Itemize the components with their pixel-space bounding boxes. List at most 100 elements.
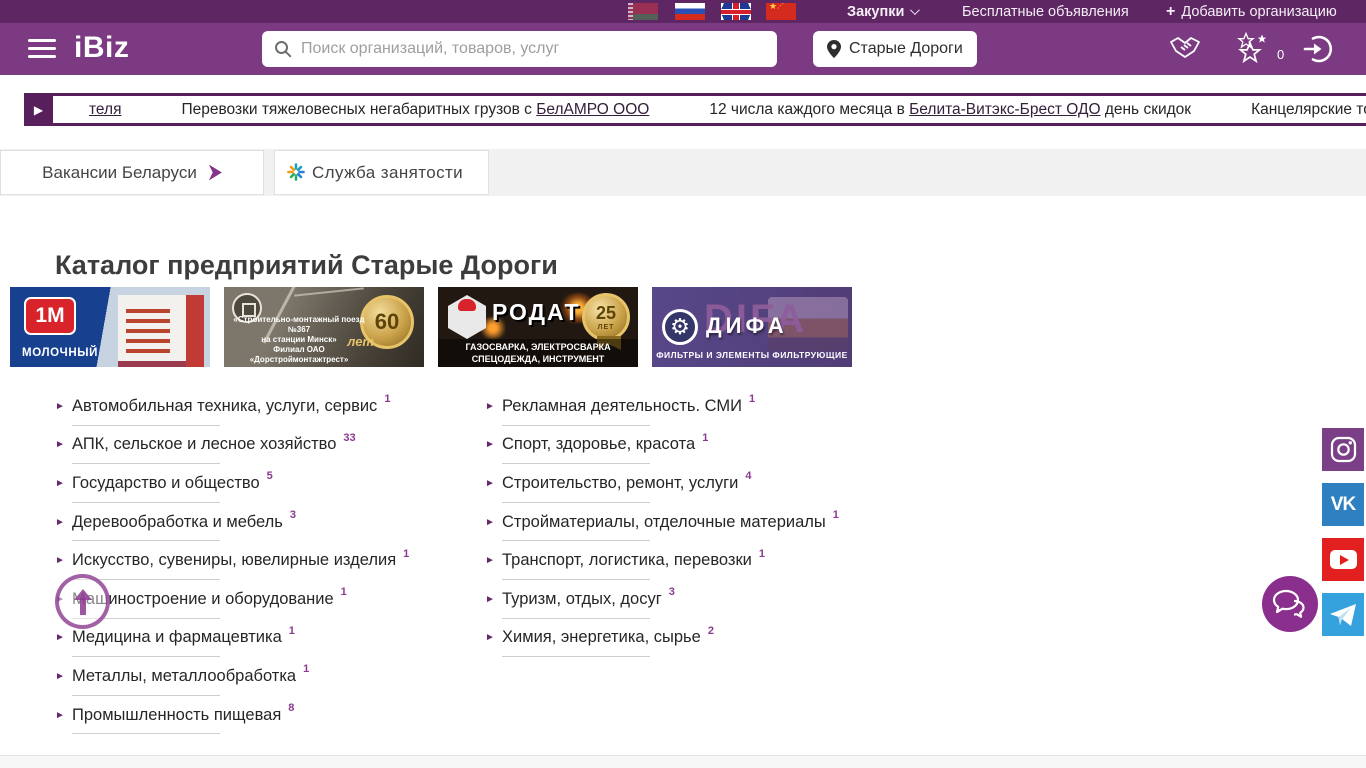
ticker-item: Канцелярские то xyxy=(1251,101,1366,119)
plus-icon: + xyxy=(1166,3,1175,21)
ticker-text: день скидок xyxy=(1101,101,1192,118)
category-link[interactable]: ► Туризм, отдых, досуг 3 xyxy=(485,580,915,619)
scroll-to-top-button[interactable] xyxy=(55,574,110,629)
category-link[interactable]: ► Медицина и фармацевтика 1 xyxy=(55,619,485,658)
banner-title: ДИФА xyxy=(706,313,788,339)
category-count: 2 xyxy=(708,625,714,637)
telegram-icon[interactable] xyxy=(1322,593,1364,636)
catalog-right-column: ► Рекламная деятельность. СМИ 1 ► Спорт,… xyxy=(485,387,915,734)
category-count: 1 xyxy=(384,393,390,405)
ticker-play-icon[interactable]: ▶ xyxy=(24,96,53,123)
category-link[interactable]: ► Химия, энергетика, сырье 2 xyxy=(485,619,915,658)
anniversary-badge: 25ЛЕТ xyxy=(582,293,630,341)
purchases-menu[interactable]: Закупки xyxy=(847,0,917,23)
employment-service-button[interactable]: Служба занятости xyxy=(274,150,489,195)
category-link[interactable]: ► Автомобильная техника, услуги, сервис … xyxy=(55,387,485,426)
location-selector[interactable]: Старые Дороги xyxy=(813,31,977,67)
banner-difa[interactable]: DIFA ⚙ ДИФА ФИЛЬТРЫ И ЭЛЕМЕНТЫ ФИЛЬТРУЮЩ… xyxy=(652,287,852,367)
banner-text: ГАЗОСВАРКА, ЭЛЕКТРОСВАРКА СПЕЦОДЕЖДА, ИН… xyxy=(438,339,638,367)
login-icon[interactable] xyxy=(1303,34,1333,69)
news-ticker: ▶ теля Перевозки тяжеловесных негабаритн… xyxy=(24,93,1366,126)
bullet-icon: ► xyxy=(485,594,502,605)
ticker-item: 12 числа каждого месяца в Белита-Витэкс-… xyxy=(709,101,1191,119)
free-ads-label: Бесплатные объявления xyxy=(962,4,1129,20)
category-count: 5 xyxy=(267,470,273,482)
bullet-icon: ► xyxy=(55,439,72,450)
bullet-icon: ► xyxy=(55,401,72,412)
banner-rodat[interactable]: РОДАТ 25ЛЕТ ГАЗОСВАРКА, ЭЛЕКТРОСВАРКА СП… xyxy=(438,287,638,367)
add-organization-link[interactable]: + Добавить организацию xyxy=(1166,0,1337,23)
russia-flag-icon[interactable] xyxy=(675,3,705,20)
youtube-icon[interactable] xyxy=(1322,538,1364,581)
gear-icon: ⚙ xyxy=(662,309,698,345)
belarus-flag-icon[interactable] xyxy=(628,3,658,20)
ticker-link[interactable]: теля xyxy=(89,101,121,118)
search-input[interactable] xyxy=(301,40,765,58)
category-count: 4 xyxy=(745,470,751,482)
category-link[interactable]: ► Металлы, металлообработка 1 xyxy=(55,657,485,696)
category-count: 33 xyxy=(343,432,355,444)
vk-icon[interactable]: VK xyxy=(1322,483,1364,526)
ticker-item: Перевозки тяжеловесных негабаритных груз… xyxy=(181,101,649,119)
banner-molochny[interactable]: 1М МОЛОЧНЫЙ xyxy=(10,287,210,367)
category-count: 1 xyxy=(341,586,347,598)
divider xyxy=(502,656,650,657)
bullet-icon: ► xyxy=(485,401,502,412)
category-link[interactable]: ► Искусство, сувениры, ювелирные изделия… xyxy=(55,541,485,580)
banner-title: РОДАТ xyxy=(492,299,581,326)
free-ads-link[interactable]: Бесплатные объявления xyxy=(962,0,1129,23)
category-link[interactable]: ► Деревообработка и мебель 3 xyxy=(55,503,485,542)
employment-label: Служба занятости xyxy=(312,163,463,182)
instagram-icon[interactable] xyxy=(1322,428,1364,471)
category-link[interactable]: ► Спорт, здоровье, красота 1 xyxy=(485,426,915,465)
category-link[interactable]: ► Стройматериалы, отделочные материалы 1 xyxy=(485,503,915,542)
location-label: Старые Дороги xyxy=(849,40,963,58)
arrow-up-icon xyxy=(73,589,93,615)
category-link[interactable]: ► Промышленность пищевая 8 xyxy=(55,696,485,735)
employment-service-icon xyxy=(287,163,305,181)
purchases-label: Закупки xyxy=(847,4,904,20)
banner-smp367[interactable]: 60 лет «Строительно-монтажный поезд №367… xyxy=(224,287,424,367)
category-link[interactable]: ► Машиностроение и оборудование 1 xyxy=(55,580,485,619)
stars-icon xyxy=(1236,32,1274,64)
china-flag-icon[interactable] xyxy=(766,3,796,20)
bullet-icon: ► xyxy=(55,555,72,566)
top-bar: Закупки Бесплатные объявления + Добавить… xyxy=(0,0,1366,23)
category-count: 1 xyxy=(749,393,755,405)
category-count: 1 xyxy=(833,509,839,521)
search-bar xyxy=(262,31,777,67)
category-link[interactable]: ► Строительство, ремонт, услуги 4 xyxy=(485,464,915,503)
bullet-icon: ► xyxy=(485,517,502,528)
ticker-text: Перевозки тяжеловесных негабаритных груз… xyxy=(181,101,536,118)
category-count: 1 xyxy=(289,625,295,637)
ticker-text: 12 числа каждого месяца в xyxy=(709,101,909,118)
bullet-icon: ► xyxy=(485,478,502,489)
partners-handshake-icon[interactable] xyxy=(1168,34,1202,69)
uk-flag-icon[interactable] xyxy=(721,3,751,20)
bullet-icon: ► xyxy=(55,478,72,489)
category-count: 8 xyxy=(288,702,294,714)
site-logo[interactable]: iBiz xyxy=(74,31,129,65)
category-count: 1 xyxy=(702,432,708,444)
chat-button[interactable] xyxy=(1262,576,1318,632)
category-link[interactable]: ► Государство и общество 5 xyxy=(55,464,485,503)
add-organization-label: Добавить организацию xyxy=(1181,4,1336,20)
category-link[interactable]: ► Рекламная деятельность. СМИ 1 xyxy=(485,387,915,426)
site-header: iBiz Старые Дороги xyxy=(0,23,1366,75)
banner-logo: 1М xyxy=(24,297,76,335)
category-count: 3 xyxy=(290,509,296,521)
bullet-icon: ► xyxy=(55,632,72,643)
category-link[interactable]: ► АПК, сельское и лесное хозяйство 33 xyxy=(55,426,485,465)
menu-hamburger-icon[interactable] xyxy=(28,39,56,59)
favorites-button[interactable]: 0 xyxy=(1236,32,1284,64)
category-link[interactable]: ► Транспорт, логистика, перевозки 1 xyxy=(485,541,915,580)
chat-bubbles-icon xyxy=(1272,589,1308,619)
banner-text: МОЛОЧНЫЙ xyxy=(16,347,104,359)
catalog-left-column: ► Автомобильная техника, услуги, сервис … xyxy=(55,387,485,734)
bullet-icon: ► xyxy=(55,517,72,528)
vacancies-button[interactable]: Вакансии Беларуси xyxy=(0,150,264,195)
vacancies-label: Вакансии Беларуси xyxy=(42,163,197,183)
bullet-icon: ► xyxy=(55,710,72,721)
ticker-link[interactable]: БелАМРО ООО xyxy=(536,101,649,118)
ticker-link[interactable]: Белита-Витэкс-Брест ОДО xyxy=(909,101,1100,118)
